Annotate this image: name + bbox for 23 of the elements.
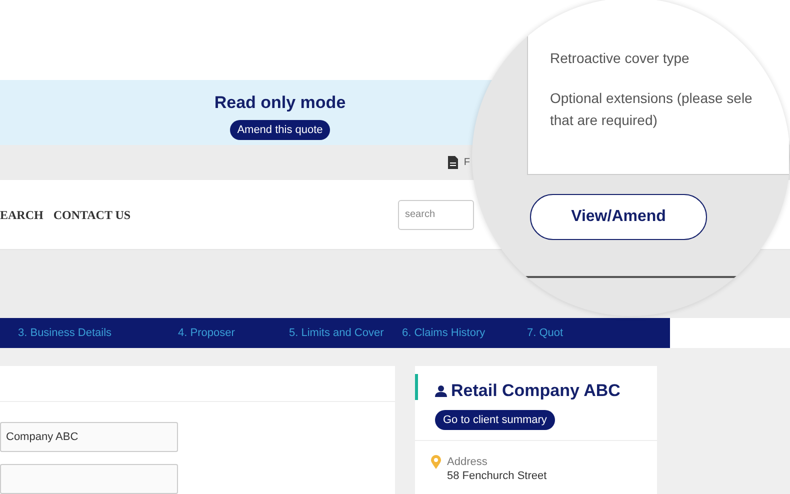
document-icon bbox=[448, 156, 458, 169]
address-value: 58 Fenchurch Street bbox=[447, 469, 547, 483]
step-tab[interactable]: 5. Limits and Cover bbox=[271, 324, 384, 341]
nav-link[interactable]: CONTACT US bbox=[53, 206, 131, 224]
select-field[interactable] bbox=[0, 464, 178, 494]
client-summary-button[interactable]: Go to client summary bbox=[435, 410, 555, 430]
view-amend-button[interactable]: View/Amend bbox=[530, 194, 707, 240]
option-label: Optional extensions (please sele that are required) bbox=[550, 89, 754, 130]
step-tab[interactable]: 7. Quot bbox=[509, 324, 564, 341]
step-tab[interactable]: 4. Proposer bbox=[160, 324, 271, 341]
toolbar-link[interactable]: F bbox=[464, 155, 470, 170]
text-field[interactable]: Company ABC bbox=[0, 422, 178, 452]
location-pin-icon bbox=[431, 455, 441, 469]
banner-title: Read only mode bbox=[214, 92, 346, 114]
address-label: Address bbox=[447, 455, 488, 469]
search-field[interactable]: search bbox=[398, 200, 474, 230]
step-tab[interactable]: 3. Business Details bbox=[0, 324, 160, 341]
step-tab[interactable]: 6. Claims History bbox=[384, 324, 509, 341]
person-icon bbox=[435, 384, 447, 397]
client-name: Retail Company ABC bbox=[451, 380, 620, 402]
option-label: Retroactive cover type bbox=[550, 49, 690, 68]
nav-link[interactable]: EARCH bbox=[0, 206, 44, 224]
amend-quote-button[interactable]: Amend this quote bbox=[230, 120, 330, 140]
